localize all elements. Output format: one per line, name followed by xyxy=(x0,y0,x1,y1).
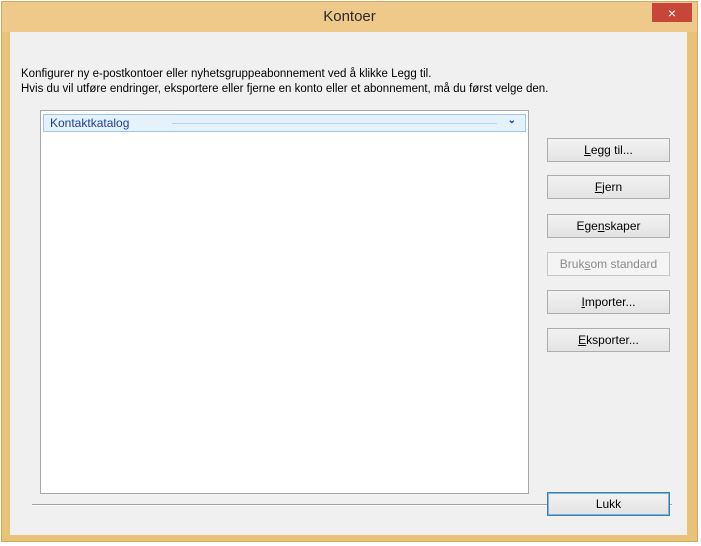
group-divider-line xyxy=(172,123,497,124)
instructions-line-2: Hvis du vil utføre endringer, eksportere… xyxy=(21,83,549,95)
set-default-button[interactable]: Bruk s om standard xyxy=(547,252,670,276)
remove-button[interactable]: Fjern xyxy=(547,175,670,199)
title-bar[interactable]: Kontoer × xyxy=(2,2,697,32)
instructions-line-1: Konfigurer ny e-postkontoer eller nyhets… xyxy=(21,68,432,80)
close-button[interactable]: Lukk xyxy=(547,492,670,516)
properties-button[interactable]: Ege n skaper xyxy=(547,214,670,238)
add-button[interactable]: Legg til... xyxy=(547,138,670,162)
chevron-down-icon[interactable]: ⌄ xyxy=(508,115,516,126)
window-title: Kontoer xyxy=(323,8,376,25)
account-list[interactable]: Kontaktkatalog ⌄ xyxy=(40,110,529,494)
accounts-window: Kontoer × Konfigurer ny e-postkontoer el… xyxy=(1,1,698,542)
group-header-contact-directory[interactable]: Kontaktkatalog ⌄ xyxy=(43,114,526,132)
close-icon: × xyxy=(667,4,677,21)
dialog-client-area: Konfigurer ny e-postkontoer eller nyhets… xyxy=(10,32,687,535)
close-window-button[interactable]: × xyxy=(652,3,692,22)
instructions-text: Konfigurer ny e-postkontoer eller nyhets… xyxy=(21,67,548,97)
import-button[interactable]: Importer... xyxy=(547,290,670,314)
group-label: Kontaktkatalog xyxy=(50,116,130,130)
export-button[interactable]: Eksporter... xyxy=(547,328,670,352)
